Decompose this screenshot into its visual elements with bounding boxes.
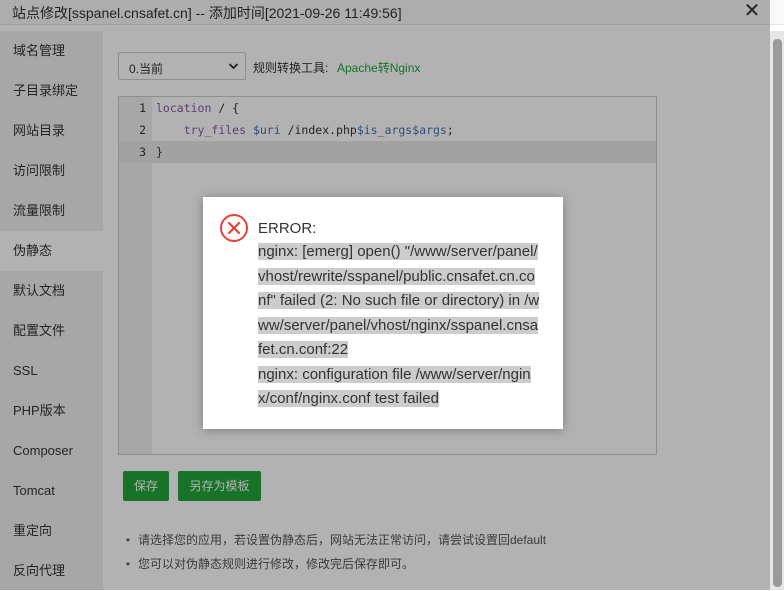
error-modal: ERROR: nginx: [emerg] open() "/www/serve… (203, 197, 563, 429)
error-message-line: nginx: [emerg] open() "/www/server/panel… (258, 243, 540, 358)
error-message: nginx: [emerg] open() "/www/server/panel… (258, 240, 541, 412)
error-title: ERROR: (258, 220, 317, 237)
error-message-line: nginx: configuration file /www/server/ng… (258, 365, 531, 407)
scrollbar[interactable] (770, 31, 784, 590)
scrollbar-thumb[interactable] (773, 39, 782, 587)
error-circle-x-icon (219, 213, 249, 243)
